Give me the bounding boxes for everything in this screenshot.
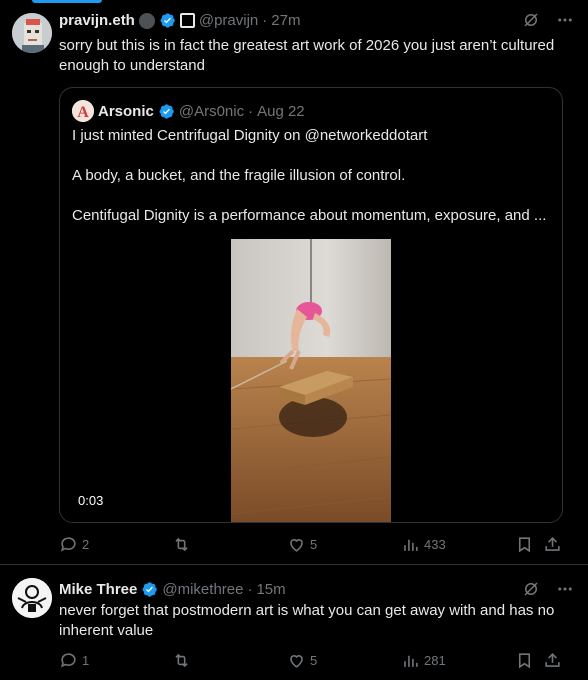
bookmark-icon — [518, 537, 531, 553]
author-handle[interactable]: @mikethree — [162, 581, 243, 598]
author-name[interactable]: Mike Three — [59, 581, 137, 598]
reply-button[interactable]: 2 — [59, 535, 89, 554]
tweet-actions: 2 5 433 — [59, 535, 563, 555]
author-handle[interactable]: @pravijn — [199, 12, 258, 29]
tweet-actions: 1 5 281 — [59, 651, 563, 671]
views-button[interactable]: 433 — [401, 535, 446, 554]
verified-badge-icon — [142, 582, 158, 597]
like-count: 5 — [310, 653, 318, 668]
quoted-line: I just minted Centrifugal Dignity on @ne… — [72, 127, 428, 144]
reply-icon — [60, 537, 76, 552]
separator-dot: · — [247, 581, 253, 598]
heart-icon — [290, 539, 303, 552]
view-count: 281 — [424, 653, 446, 668]
quoted-line: A body, a bucket, and the fragile illusi… — [72, 167, 406, 184]
timestamp[interactable]: 27m — [271, 12, 300, 29]
retweet-button[interactable] — [172, 535, 195, 554]
retweet-icon — [175, 653, 188, 668]
more-options-icon[interactable] — [556, 580, 574, 598]
tweet-text: never forget that postmodern art is what… — [59, 602, 555, 639]
svg-text:A: A — [77, 104, 89, 121]
separator-dot: · — [248, 102, 254, 120]
more-options-icon[interactable] — [556, 11, 574, 29]
bookmark-button[interactable] — [515, 535, 534, 554]
tweet-pravijn[interactable]: pravijn.eth @pravijn · 27m sorry but thi… — [0, 0, 588, 565]
grok-icon[interactable] — [522, 580, 540, 598]
tweet-mike-three[interactable]: Mike Three @mikethree · 15m never forget… — [0, 566, 588, 680]
like-count: 5 — [310, 537, 318, 552]
analytics-icon — [404, 655, 418, 667]
share-icon — [545, 537, 560, 551]
author-name[interactable]: pravijn.eth — [59, 12, 135, 29]
analytics-icon — [404, 539, 418, 551]
reply-icon — [60, 653, 76, 668]
quoted-timestamp[interactable]: Aug 22 — [257, 103, 305, 120]
reply-button[interactable]: 1 — [59, 651, 89, 670]
bookmark-button[interactable] — [515, 651, 534, 670]
video-frame — [231, 239, 391, 522]
quoted-text: I just minted Centrifugal Dignity on @ne… — [72, 126, 552, 246]
avatar[interactable] — [12, 13, 52, 53]
bookmark-icon — [518, 653, 531, 669]
share-icon — [545, 653, 560, 667]
square-badge-icon — [179, 13, 195, 28]
quoted-author-name[interactable]: Arsonic — [98, 103, 154, 120]
quoted-author-handle[interactable]: @Ars0nic — [179, 103, 244, 120]
timestamp[interactable]: 15m — [256, 581, 285, 598]
separator-dot: · — [262, 12, 268, 29]
video-player[interactable]: 0:03 — [60, 239, 562, 522]
views-button[interactable]: 281 — [401, 651, 446, 670]
share-button[interactable] — [543, 651, 562, 670]
gray-circle-badge-icon — [138, 12, 155, 29]
like-button[interactable]: 5 — [287, 651, 317, 670]
quoted-line: Centifugal Dignity is a performance abou… — [72, 207, 547, 224]
retweet-icon — [175, 537, 188, 552]
verified-badge-icon — [160, 13, 175, 28]
view-count: 433 — [424, 537, 446, 552]
grok-icon[interactable] — [522, 11, 540, 29]
heart-icon — [290, 655, 303, 668]
reply-count: 2 — [82, 537, 90, 552]
quoted-avatar[interactable]: A — [72, 100, 94, 122]
avatar[interactable] — [12, 578, 52, 618]
retweet-button[interactable] — [172, 651, 195, 670]
tweet-text: sorry but this is in fact the greatest a… — [59, 37, 555, 74]
reply-count: 1 — [82, 653, 90, 668]
verified-badge-icon — [159, 103, 174, 119]
quoted-tweet[interactable]: A Arsonic @Ars0nic · Aug 22 I just minte… — [59, 87, 563, 523]
like-button[interactable]: 5 — [287, 535, 317, 554]
video-duration: 0:03 — [74, 491, 108, 510]
share-button[interactable] — [543, 535, 562, 554]
